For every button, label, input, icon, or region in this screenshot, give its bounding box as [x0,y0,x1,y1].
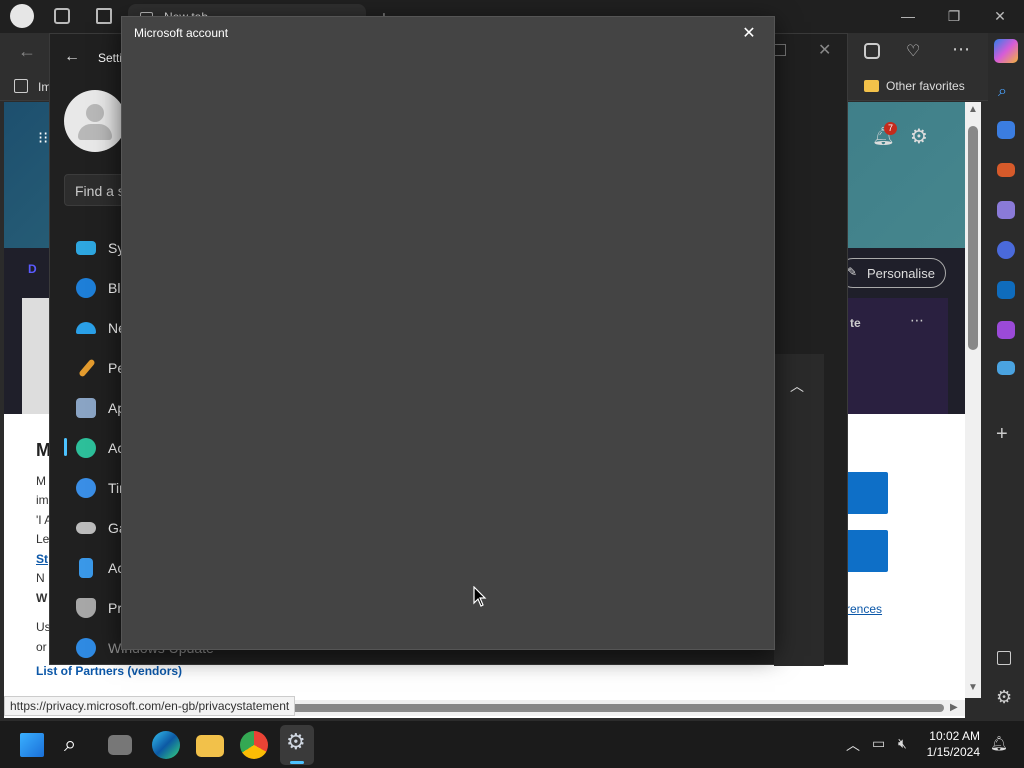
personalise-button[interactable]: ✎ Personalise [838,258,946,288]
settings-close-icon[interactable]: ✕ [818,40,831,60]
sidebar-panel-icon[interactable] [997,651,1011,665]
page-text-fragment: Le [36,532,50,546]
copilot-icon[interactable] [994,39,1018,63]
folder-icon [864,80,879,92]
settings-title-fragment: Setti [98,51,123,65]
tools-icon[interactable] [997,163,1015,177]
workspaces-icon[interactable] [54,8,70,24]
feed-tab-fragment[interactable]: D [28,262,37,276]
dialog-title: Microsoft account [134,26,229,40]
designer-icon[interactable] [997,321,1015,339]
bluetooth-icon [76,278,96,298]
outlook-icon[interactable] [997,281,1015,299]
task-view-icon[interactable] [108,735,132,755]
search-icon[interactable]: ⌕ [998,83,1007,101]
page-text-fragment: N [36,571,45,585]
weather-card[interactable] [848,298,948,414]
vertical-scrollbar[interactable]: ▲ ▼ [965,102,981,698]
card-title-fragment: te [850,316,861,330]
scroll-down-icon[interactable]: ▼ [968,682,978,693]
taskbar: ⌕ ⚙ ︿ ▭ 🔇︎ 10:02 AM 1/15/2024 🔔︎ [0,720,1024,768]
taskbar-search-icon[interactable]: ⌕ [64,731,76,757]
vertical-scroll-thumb[interactable] [968,126,978,350]
scroll-right-icon[interactable]: ▶ [950,702,958,713]
status-url-tooltip: https://privacy.microsoft.com/en-gb/priv… [4,696,296,716]
page-link-fragment[interactable]: St [36,552,48,566]
brush-icon [78,358,96,378]
gaming-icon [76,522,96,534]
browser-window: New tab ⌄ + — ❐ ✕ ← ♡ ⋯ Im Other favorit… [0,0,1024,720]
windows-update-icon [76,638,96,658]
accept-button[interactable] [846,472,888,514]
page-text-fragment: W [36,591,48,605]
active-app-indicator [290,761,304,764]
add-sidebar-plus-icon[interactable]: + [996,423,1008,446]
sidebar-settings-gear-icon[interactable]: ⚙ [996,687,1012,708]
settings-taskbar-icon[interactable]: ⚙ [280,725,314,765]
page-text-fragment: M [36,474,46,488]
news-thumbnail[interactable] [22,298,52,414]
scroll-up-icon[interactable]: ▲ [968,104,978,115]
page-text-fragment: im [36,493,49,507]
windows-start-icon[interactable] [20,733,44,757]
collections-icon[interactable] [864,43,880,59]
games-icon[interactable] [997,201,1015,219]
page-settings-gear-icon[interactable]: ⚙ [910,124,928,149]
chrome-icon[interactable] [240,731,268,759]
pencil-icon: ✎ [847,265,858,279]
browser-essentials-icon[interactable]: ♡ [906,41,920,61]
minimize-icon[interactable]: — [898,6,918,26]
close-window-icon[interactable]: ✕ [990,6,1010,26]
microsoft-account-dialog: Microsoft account ✕ [121,16,775,650]
collapse-chevron-up-icon[interactable]: ︿ [790,376,804,396]
profile-icon[interactable] [10,4,34,28]
reject-button[interactable] [846,530,888,572]
vertical-tabs-icon[interactable] [96,8,112,24]
apps-icon [76,398,96,418]
edge-sidebar: ⌕ + ⚙ [988,33,1024,720]
personalise-label: Personalise [867,266,935,281]
other-favorites-link[interactable]: Other favorites [886,79,965,93]
notification-center-icon[interactable]: 🔔︎ [990,735,1008,752]
dialog-close-icon[interactable]: ✕ [738,23,760,45]
clock-date: 1/15/2024 [926,745,980,759]
notification-count-badge: 7 [884,122,897,135]
clock-time: 10:02 AM [929,729,980,743]
nav-selected-indicator [64,438,67,456]
network-icon[interactable]: ▭ [872,735,885,752]
edge-taskbar-icon[interactable] [152,731,180,759]
wifi-icon [76,322,96,334]
restore-icon[interactable]: ❐ [944,6,964,26]
settings-maximize-icon[interactable] [774,44,786,56]
accessibility-icon [79,558,93,578]
file-explorer-icon[interactable] [196,735,224,757]
card-more-icon[interactable]: ⋯ [910,312,924,329]
send-icon[interactable] [997,361,1015,375]
settings-content-panel [774,354,824,666]
system-icon [76,241,96,255]
more-menu-icon[interactable]: ⋯ [952,39,970,60]
partners-link[interactable]: List of Partners (vendors) [36,664,182,678]
tray-chevron-up-icon[interactable]: ︿ [846,735,860,755]
avatar[interactable] [64,90,126,152]
settings-gear-icon: ⚙ [286,729,306,754]
back-arrow-icon[interactable]: ← [18,41,36,62]
volume-muted-icon[interactable]: 🔇︎ [898,735,907,752]
privacy-shield-icon [76,598,96,618]
shopping-tag-icon[interactable] [997,121,1015,139]
accounts-icon [76,438,96,458]
apps-grid-icon[interactable]: ⁝⁝ [38,128,48,148]
page-text-fragment: or [36,640,47,654]
clock[interactable]: 10:02 AM 1/15/2024 [927,728,980,760]
microsoft365-icon[interactable] [997,241,1015,259]
time-icon [76,478,96,498]
preferences-link[interactable]: rences [846,602,882,616]
settings-back-arrow-icon[interactable]: ← [64,48,80,66]
mouse-cursor-icon [473,586,487,607]
import-favorites-icon[interactable] [14,79,28,93]
